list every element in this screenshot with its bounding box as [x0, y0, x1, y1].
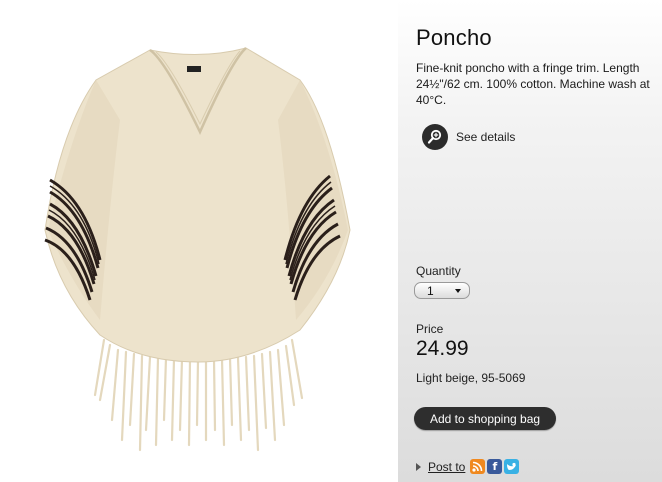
price-value: 24.99 [416, 337, 469, 360]
chevron-down-icon [455, 289, 461, 293]
zoom-icon [422, 124, 448, 150]
product-image-poncho[interactable] [0, 0, 398, 482]
price-label: Price [416, 322, 444, 336]
see-details-label: See details [456, 130, 516, 144]
color-article-number: Light beige, 95-5069 [416, 371, 526, 385]
quantity-value: 1 [427, 284, 434, 298]
quantity-select[interactable]: 1 [414, 282, 470, 299]
product-description: Fine-knit poncho with a fringe trim. Len… [416, 61, 650, 107]
product-image-pane [0, 0, 398, 482]
see-details-button[interactable]: See details [422, 124, 515, 150]
quantity-label: Quantity [416, 264, 461, 278]
rss-icon[interactable] [470, 459, 486, 474]
post-to-row: Post to f [416, 459, 521, 474]
product-title: Poncho [416, 25, 492, 50]
triangle-right-icon [416, 462, 421, 471]
add-to-bag-button[interactable]: Add to shopping bag [414, 407, 556, 430]
twitter-icon[interactable] [504, 459, 520, 474]
product-info-panel: Poncho Fine-knit poncho with a fringe tr… [398, 0, 662, 482]
facebook-icon[interactable]: f [487, 459, 503, 474]
post-to-link[interactable]: Post to [428, 460, 465, 474]
